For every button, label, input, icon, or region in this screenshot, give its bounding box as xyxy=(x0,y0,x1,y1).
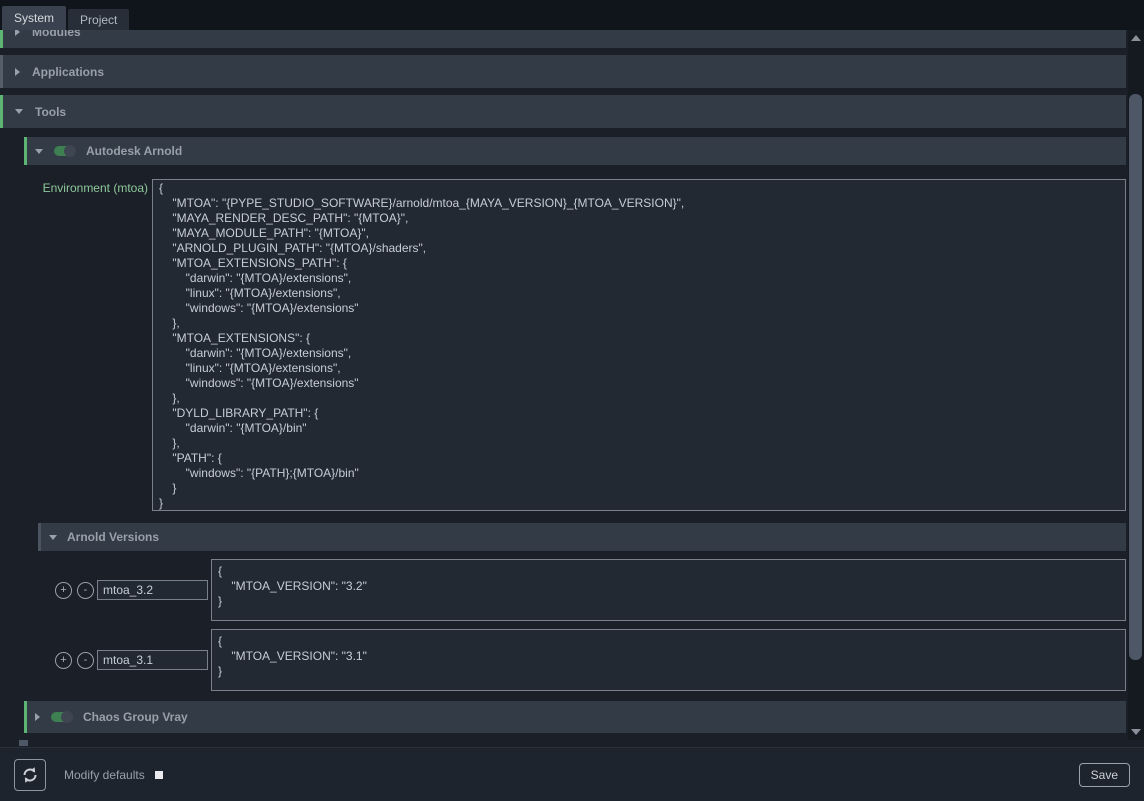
refresh-icon xyxy=(21,766,39,784)
tab-bar: System Project xyxy=(0,0,1144,30)
arnold-versions-group: Arnold Versions + - { "MTOA_VERSION": "3… xyxy=(38,523,1126,691)
vertical-scrollbar[interactable] xyxy=(1128,30,1144,740)
horizontal-scrollbar-thumb[interactable] xyxy=(19,740,28,746)
arnold-enabled-toggle[interactable] xyxy=(54,146,75,156)
add-version-button[interactable]: + xyxy=(55,652,72,669)
footer-bar: Modify defaults Save xyxy=(0,747,1144,801)
vertical-scrollbar-thumb[interactable] xyxy=(1129,94,1142,660)
arnold-versions-label: Arnold Versions xyxy=(67,530,159,544)
section-tools-header[interactable]: Tools xyxy=(0,95,1126,128)
version-row: + - { "MTOA_VERSION": "3.1" } xyxy=(38,629,1126,691)
version-json-editor[interactable]: { "MTOA_VERSION": "3.2" } xyxy=(211,559,1126,621)
modify-defaults-label: Modify defaults xyxy=(64,768,145,782)
save-button[interactable]: Save xyxy=(1079,763,1130,787)
settings-window: System Project Modules Applications Tool… xyxy=(0,0,1144,801)
triangle-down-icon xyxy=(1131,729,1141,735)
environment-label: Environment (mtoa) xyxy=(24,179,148,511)
version-row-controls: + - xyxy=(38,580,208,600)
section-modules-header[interactable]: Modules xyxy=(3,30,1126,48)
settings-scroll-area: Modules Applications Tools Autodesk Arno… xyxy=(0,30,1144,740)
section-applications-header[interactable]: Applications xyxy=(0,55,1126,88)
tab-project[interactable]: Project xyxy=(68,9,129,30)
chevron-down-icon xyxy=(15,109,23,114)
version-json-editor[interactable]: { "MTOA_VERSION": "3.1" } xyxy=(211,629,1126,691)
vray-header[interactable]: Chaos Group Vray xyxy=(24,701,1126,733)
version-row-controls: + - xyxy=(38,650,208,670)
section-modules[interactable]: Modules xyxy=(0,30,1126,48)
tab-system[interactable]: System xyxy=(2,6,66,30)
section-tools-body: Autodesk Arnold Environment (mtoa) { "MT… xyxy=(24,137,1126,733)
scroll-up-button[interactable] xyxy=(1128,30,1144,46)
remove-version-button[interactable]: - xyxy=(77,652,94,669)
triangle-up-icon xyxy=(1131,35,1141,41)
scroll-down-button[interactable] xyxy=(1128,724,1144,740)
chevron-right-icon xyxy=(15,68,20,76)
chevron-down-icon xyxy=(35,149,43,154)
chevron-right-icon xyxy=(15,30,20,36)
version-name-input[interactable] xyxy=(97,580,208,600)
vray-label: Chaos Group Vray xyxy=(83,710,188,724)
section-modules-label: Modules xyxy=(32,30,81,39)
add-version-button[interactable]: + xyxy=(55,582,72,599)
version-row: + - { "MTOA_VERSION": "3.2" } xyxy=(38,559,1126,621)
section-tools-label: Tools xyxy=(35,105,66,119)
chevron-down-icon xyxy=(49,535,57,540)
arnold-label: Autodesk Arnold xyxy=(86,144,182,158)
arnold-header[interactable]: Autodesk Arnold xyxy=(24,137,1126,165)
arnold-environment-row: Environment (mtoa) { "MTOA": "{PYPE_STUD… xyxy=(24,179,1126,511)
modify-defaults-checkbox[interactable] xyxy=(155,771,163,779)
remove-version-button[interactable]: - xyxy=(77,582,94,599)
chevron-right-icon xyxy=(35,713,40,721)
environment-json-editor[interactable]: { "MTOA": "{PYPE_STUDIO_SOFTWARE}/arnold… xyxy=(152,179,1126,511)
settings-content: Modules Applications Tools Autodesk Arno… xyxy=(0,30,1126,740)
section-applications-label: Applications xyxy=(32,65,104,79)
version-name-input[interactable] xyxy=(97,650,208,670)
vray-enabled-toggle[interactable] xyxy=(51,712,72,722)
horizontal-scrollbar[interactable] xyxy=(0,740,1144,747)
arnold-versions-header[interactable]: Arnold Versions xyxy=(38,523,1126,551)
refresh-button[interactable] xyxy=(14,759,46,791)
